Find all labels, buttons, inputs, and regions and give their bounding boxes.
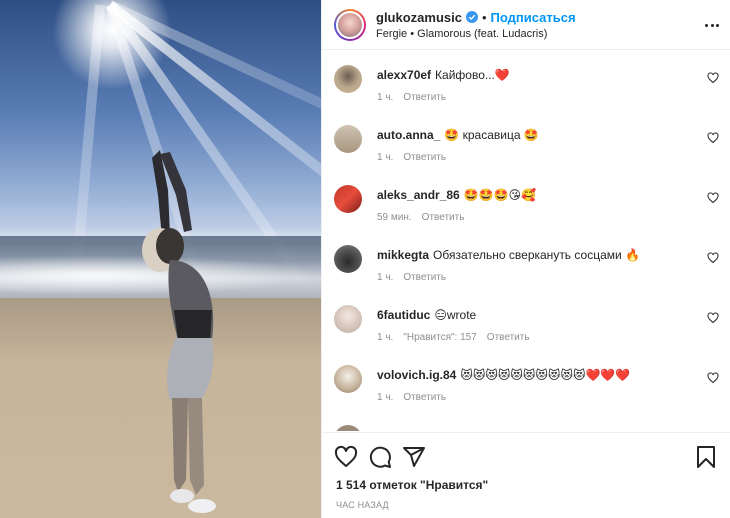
likes-count[interactable]: 1 514 отметок "Нравится" <box>336 478 488 492</box>
comments-list[interactable]: alexx70ef Кайфово...❤️ 1 ч. Ответить auto.… <box>322 51 730 431</box>
comment-icon[interactable] <box>368 445 392 469</box>
person-silhouette <box>142 150 216 513</box>
author-username[interactable]: glukozamusic <box>376 10 462 25</box>
reply-button[interactable]: Ответить <box>403 92 446 103</box>
comment-like-icon[interactable] <box>707 312 719 324</box>
reply-button[interactable]: Ответить <box>403 152 446 163</box>
comment-username[interactable]: 6fautiduc <box>377 308 430 322</box>
reply-button[interactable]: Ответить <box>487 332 530 343</box>
comment-item: auto.anna_ 🤩 красавица 🤩 1 ч. Ответить <box>334 111 719 171</box>
comment-item-partial <box>334 411 719 431</box>
comment-text: 🤩 красавица 🤩 <box>444 128 539 142</box>
commenter-avatar[interactable] <box>334 125 362 153</box>
comment-text: Кайфово...❤️ <box>435 68 510 82</box>
share-icon[interactable] <box>402 445 426 469</box>
comment-like-icon[interactable] <box>707 132 719 144</box>
comment-username[interactable]: auto.anna_ <box>377 128 440 142</box>
comment-item: mikkegta Обязательно сверкануть сосцами 🔥… <box>334 231 719 291</box>
post-header: glukozamusic • Подписаться Fergie • Glam… <box>322 0 730 50</box>
commenter-avatar[interactable] <box>334 185 362 213</box>
reply-button[interactable]: Ответить <box>403 392 446 403</box>
comment-likes[interactable]: "Нравится": 157 <box>403 332 476 343</box>
comment-like-icon[interactable] <box>707 192 719 204</box>
music-info[interactable]: Fergie • Glamorous (feat. Ludacris) <box>376 28 576 40</box>
commenter-avatar[interactable] <box>334 365 362 393</box>
commenter-avatar[interactable] <box>334 425 362 431</box>
comment-like-icon[interactable] <box>707 72 719 84</box>
comment-username[interactable]: volovich.ig.84 <box>377 368 456 382</box>
verified-icon <box>465 11 478 23</box>
comment-item: aleks_andr_86 🤩🤩🤩😘🥰 59 мин. Ответить <box>334 171 719 231</box>
comment-username[interactable]: alexx70ef <box>377 68 431 82</box>
post-photo[interactable] <box>0 0 321 518</box>
comment-item: 6fautiduc 😑wrote 1 ч. "Нравится": 157 Ответ… <box>334 291 719 351</box>
separator-dot: • <box>481 9 487 25</box>
comment-text: 😑wrote <box>434 308 477 322</box>
post-panel: glukozamusic • Подписаться Fergie • Glam… <box>321 0 730 518</box>
reply-button[interactable]: Ответить <box>422 212 465 223</box>
bookmark-icon[interactable] <box>694 445 718 469</box>
comment-like-icon[interactable] <box>707 252 719 264</box>
author-avatar[interactable] <box>334 8 366 41</box>
commenter-avatar[interactable] <box>334 245 362 273</box>
comment-like-icon[interactable] <box>707 372 719 384</box>
commenter-avatar[interactable] <box>334 65 362 93</box>
follow-button[interactable]: Подписаться <box>491 10 576 25</box>
commenter-avatar[interactable] <box>334 305 362 333</box>
comment-time: 1 ч. <box>377 152 394 163</box>
comment-text: 🤩🤩🤩😘🥰 <box>463 188 537 202</box>
comment-time: 1 ч. <box>377 392 394 403</box>
instagram-post: glukozamusic • Подписаться Fergie • Glam… <box>0 0 730 518</box>
comment-username[interactable]: aleks_andr_86 <box>377 188 460 202</box>
comment-item: alexx70ef Кайфово...❤️ 1 ч. Ответить <box>334 51 719 111</box>
post-actions-bar <box>322 432 730 476</box>
reply-button[interactable]: Ответить <box>403 272 446 283</box>
comment-username[interactable]: mikkegta <box>377 248 429 262</box>
more-options-icon[interactable] <box>705 18 719 32</box>
comment-time: 1 ч. <box>377 272 394 283</box>
post-timestamp[interactable]: ЧАС НАЗАД <box>336 500 389 510</box>
comment-item: volovich.ig.84 😻😻😻😻😻😻😻😻😻😻❤️❤️❤️ 1 ч. Ответ… <box>334 351 719 411</box>
comment-text: Обязательно сверкануть сосцами 🔥 <box>433 248 640 262</box>
heart-icon[interactable] <box>334 445 358 469</box>
comment-time: 1 ч. <box>377 92 394 103</box>
comment-time: 59 мин. <box>377 212 412 223</box>
comment-text: 😻😻😻😻😻😻😻😻😻😻❤️❤️❤️ <box>460 368 631 382</box>
comment-time: 1 ч. <box>377 332 394 343</box>
